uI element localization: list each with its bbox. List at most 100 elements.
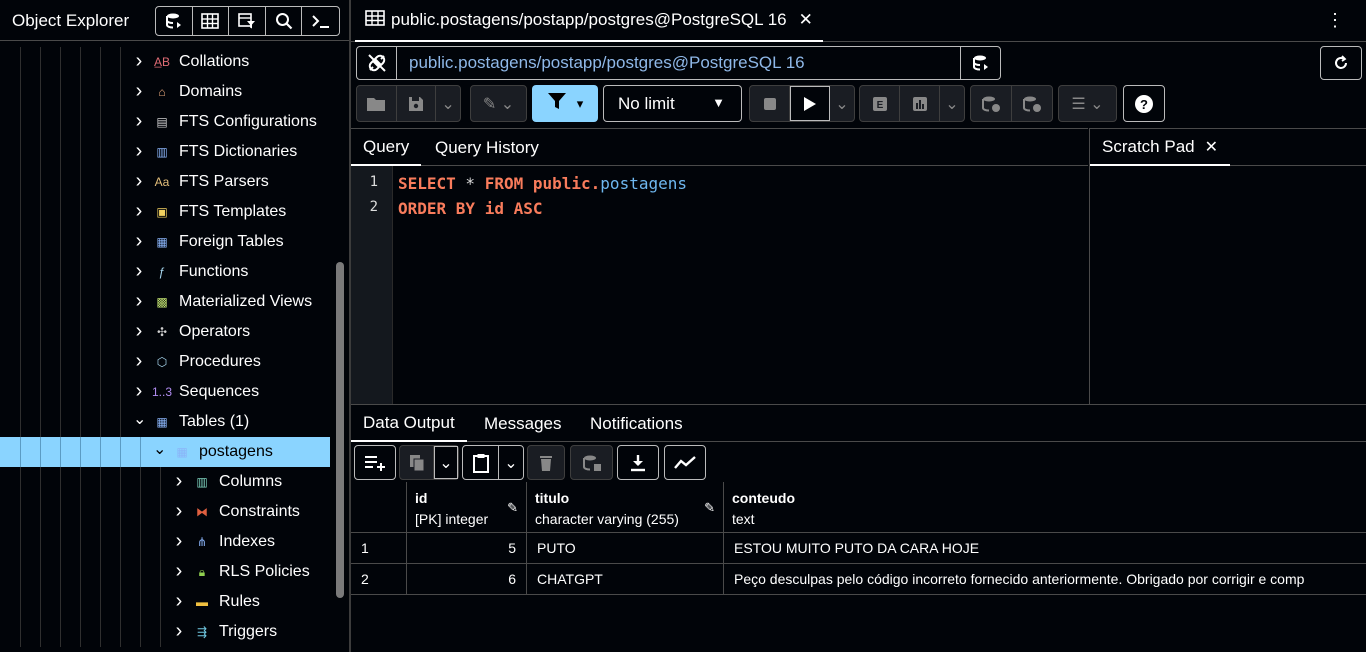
column-header-titulo[interactable]: titulo character varying (255) ✎ [527, 482, 724, 533]
tree-item-domains[interactable]: › ⌂ Domains [0, 77, 330, 107]
tree-item-triggers[interactable]: › ⇶ Triggers [0, 617, 330, 647]
explain-analyze-icon[interactable] [900, 86, 940, 121]
copy-icon[interactable] [400, 446, 434, 479]
tab-scratch-pad[interactable]: Scratch Pad ✕ [1090, 129, 1231, 166]
chevron-right-icon[interactable]: › [173, 500, 185, 523]
execute-play-icon[interactable] [790, 86, 830, 121]
edit-column-pencil-icon[interactable]: ✎ [704, 500, 715, 516]
connection-status-icon[interactable] [357, 47, 397, 79]
more-options-icon[interactable]: ⋮ [1326, 10, 1344, 31]
tab-notifications[interactable]: Notifications [590, 405, 683, 442]
row-number-cell[interactable]: 2 [351, 564, 407, 595]
save-file-icon[interactable] [397, 86, 437, 121]
tree-item-operators[interactable]: › ✣ Operators [0, 317, 330, 347]
sql-editor[interactable]: 1 2 SELECT * FROM public.postagens ORDER… [351, 166, 1088, 404]
cell-id[interactable]: 6 [407, 564, 527, 595]
close-icon[interactable]: ✕ [1205, 137, 1218, 157]
tree-item-constraints[interactable]: › ⧓ Constraints [0, 497, 330, 527]
explain-options-chevron-down-icon[interactable]: ⌄ [940, 86, 964, 121]
chevron-right-icon[interactable]: › [133, 380, 145, 403]
download-icon[interactable] [618, 446, 658, 479]
row-number-cell[interactable]: 1 [351, 533, 407, 564]
scratch-pad-textarea[interactable] [1089, 166, 1366, 404]
close-icon[interactable]: ✕ [799, 10, 813, 30]
execute-options-chevron-down-icon[interactable]: ⌄ [830, 86, 854, 121]
chevron-right-icon[interactable]: › [133, 110, 145, 133]
paste-clipboard-icon[interactable] [463, 446, 499, 479]
tree-item-rls-policies[interactable]: › 🔒︎ RLS Policies [0, 557, 330, 587]
chevron-down-icon[interactable]: ⌄ [153, 439, 166, 459]
tree-item-fts-parsers[interactable]: › Aa FTS Parsers [0, 167, 330, 197]
chevron-right-icon[interactable]: › [173, 620, 185, 643]
connection-selector[interactable]: public.postagens/postapp/postgres@Postgr… [397, 47, 960, 79]
filter-button[interactable]: ▾ [532, 85, 598, 122]
save-data-changes-icon[interactable] [571, 446, 612, 479]
tab-data-output[interactable]: Data Output [351, 405, 467, 442]
open-file-icon[interactable] [357, 86, 397, 121]
chevron-right-icon[interactable]: › [173, 530, 185, 553]
column-header-conteudo[interactable]: conteudo text [724, 482, 1366, 533]
paste-options-chevron-down-icon[interactable]: ⌄ [499, 446, 523, 479]
cell-id[interactable]: 5 [407, 533, 527, 564]
query-tool-database-icon[interactable] [156, 7, 193, 35]
tree-item-postagens[interactable]: ⌄ ▦ postagens [0, 437, 330, 467]
tree-item-indexes[interactable]: › ⋔ Indexes [0, 527, 330, 557]
tab-query[interactable]: Query [351, 129, 422, 166]
chevron-right-icon[interactable]: › [133, 320, 145, 343]
psql-terminal-icon[interactable] [302, 7, 339, 35]
edit-pencil-icon[interactable]: ✎ ⌄ [471, 86, 526, 121]
chevron-down-icon[interactable]: ⌄ [133, 409, 146, 429]
tree-item-foreign-tables[interactable]: › ▦ Foreign Tables [0, 227, 330, 257]
tree-item-tables-1[interactable]: ⌄ ▦ Tables (1) [0, 407, 330, 437]
tree-item-sequences[interactable]: › 1..3 Sequences [0, 377, 330, 407]
view-data-grid-icon[interactable] [193, 7, 230, 35]
row-number-header[interactable] [351, 482, 407, 533]
edit-column-pencil-icon[interactable]: ✎ [507, 500, 518, 516]
chevron-right-icon[interactable]: › [133, 170, 145, 193]
tree-item-fts-configurations[interactable]: › ▤ FTS Configurations [0, 107, 330, 137]
chevron-right-icon[interactable]: › [173, 590, 185, 613]
tree-item-fts-templates[interactable]: › ▣ FTS Templates [0, 197, 330, 227]
copy-options-chevron-down-icon[interactable]: ⌄ [434, 446, 458, 479]
cell-titulo[interactable]: PUTO [527, 533, 724, 564]
tab-messages[interactable]: Messages [484, 405, 561, 442]
chevron-right-icon[interactable]: › [133, 260, 145, 283]
chevron-right-icon[interactable]: › [173, 560, 185, 583]
explain-icon[interactable]: E [860, 86, 900, 121]
tree-scrollbar[interactable] [336, 262, 344, 598]
search-icon[interactable] [266, 7, 303, 35]
stop-icon[interactable] [750, 86, 790, 121]
tree-item-collations[interactable]: › A̲B Collations [0, 47, 330, 77]
cell-conteudo[interactable]: ESTOU MUITO PUTO DA CARA HOJE [724, 533, 1366, 564]
column-header-id[interactable]: id [PK] integer ✎ [407, 482, 527, 533]
tree-item-functions[interactable]: › ƒ Functions [0, 257, 330, 287]
add-row-icon[interactable] [355, 446, 395, 479]
chevron-right-icon[interactable]: › [133, 230, 145, 253]
tree-item-columns[interactable]: › ▥ Columns [0, 467, 330, 497]
cell-conteudo[interactable]: Peço desculpas pelo código incorreto for… [724, 564, 1366, 595]
chevron-right-icon[interactable]: › [133, 140, 145, 163]
query-tool-tab[interactable]: public.postagens/postapp/postgres@Postgr… [355, 0, 823, 42]
tree-item-procedures[interactable]: › ⬡ Procedures [0, 347, 330, 377]
tree-item-materialized-views[interactable]: › ▩ Materialized Views [0, 287, 330, 317]
tree-item-rules[interactable]: › ▬ Rules [0, 587, 330, 617]
chevron-right-icon[interactable]: › [133, 80, 145, 103]
refresh-icon[interactable] [1320, 46, 1362, 80]
tree-item-fts-dictionaries[interactable]: › ▥ FTS Dictionaries [0, 137, 330, 167]
tab-query-history[interactable]: Query History [435, 129, 539, 166]
row-limit-select[interactable]: No limit ▼ [603, 85, 742, 122]
cell-titulo[interactable]: CHATGPT [527, 564, 724, 595]
chevron-right-icon[interactable]: › [173, 470, 185, 493]
chevron-right-icon[interactable]: › [133, 50, 145, 73]
rollback-icon[interactable] [1012, 86, 1052, 121]
save-options-chevron-down-icon[interactable]: ⌄ [436, 86, 460, 121]
graph-visualiser-icon[interactable] [665, 446, 705, 479]
filtered-rows-icon[interactable] [229, 7, 266, 35]
delete-row-icon[interactable] [528, 446, 564, 479]
commit-icon[interactable] [971, 86, 1012, 121]
chevron-right-icon[interactable]: › [133, 350, 145, 373]
chevron-right-icon[interactable]: › [133, 290, 145, 313]
new-connection-database-icon[interactable] [960, 47, 1000, 79]
chevron-right-icon[interactable]: › [133, 200, 145, 223]
macros-list-icon[interactable]: ☰ ⌄ [1059, 86, 1116, 121]
